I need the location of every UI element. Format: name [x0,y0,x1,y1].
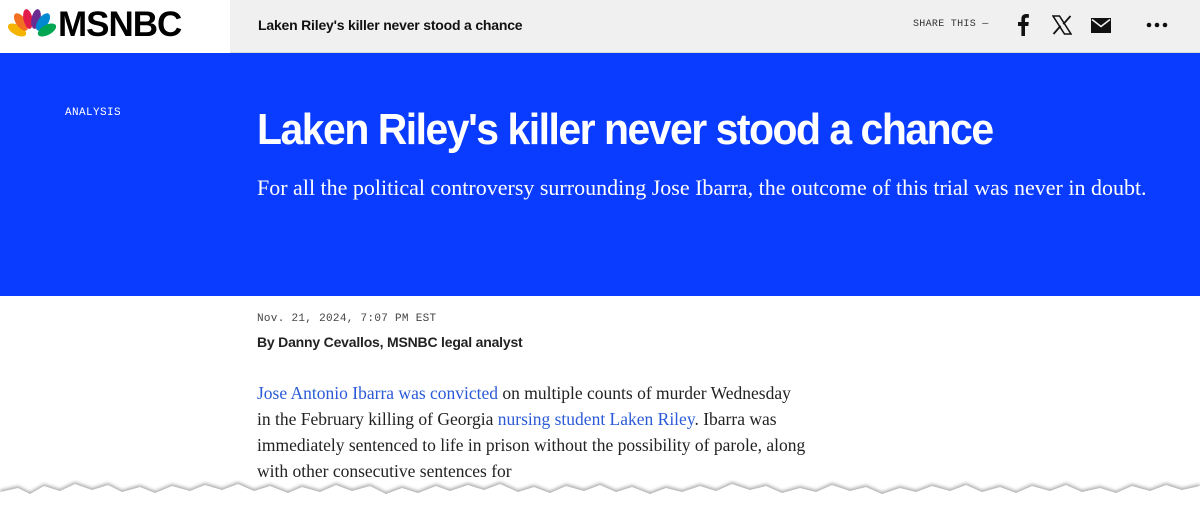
article-dek: For all the political controversy surrou… [257,175,1147,200]
torn-edge-decoration [0,482,1200,505]
article-byline: By Danny Cevallos, MSNBC legal analyst [257,334,523,350]
share-label: SHARE THIS — [913,19,989,30]
conviction-link[interactable]: Jose Antonio Ibarra was convicted [257,383,498,403]
more-icon[interactable] [1144,12,1170,38]
nursing-student-link[interactable]: nursing student Laken Riley [498,409,695,429]
logo-container[interactable]: MSNBC [0,0,230,53]
header-article-title: Laken Riley's killer never stood a chanc… [258,17,523,33]
peacock-logo-icon [8,9,56,38]
facebook-icon[interactable] [1010,12,1036,38]
article-timestamp: Nov. 21, 2024, 7:07 PM EST [257,313,437,325]
article-label[interactable]: ANALYSIS [65,107,121,119]
article-headline: Laken Riley's killer never stood a chanc… [257,105,994,154]
x-icon[interactable] [1049,12,1075,38]
mail-icon[interactable] [1088,12,1114,38]
site-header: MSNBC Laken Riley's killer never stood a… [0,0,1200,53]
brand-wordmark: MSNBC [58,5,182,44]
